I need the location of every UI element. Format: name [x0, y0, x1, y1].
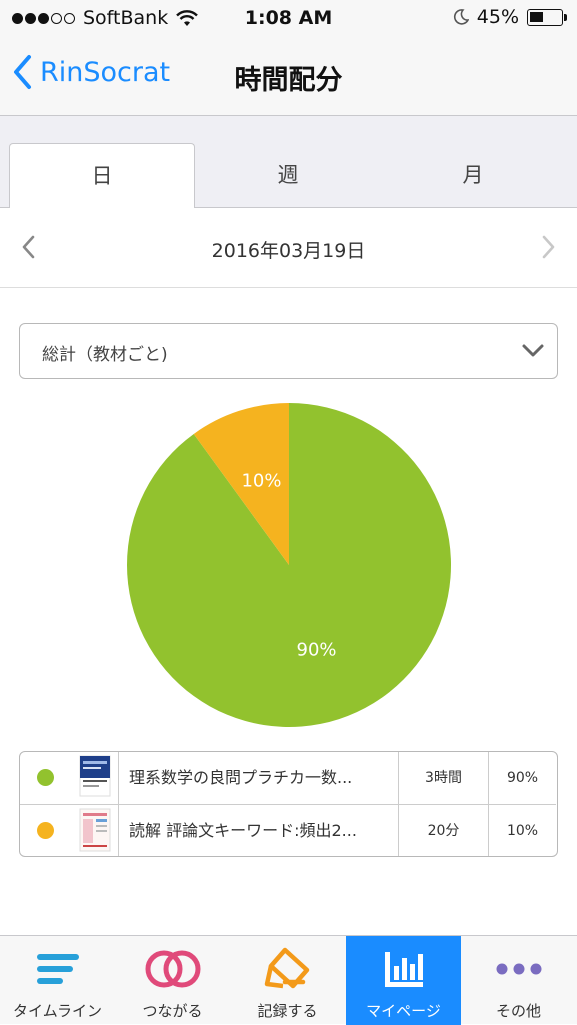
- table-row[interactable]: 読解 評論文キーワード:頻出2... 20分 10%: [20, 804, 556, 856]
- date-navigator: 2016年03月19日: [0, 208, 577, 288]
- current-date: 2016年03月19日: [211, 240, 366, 262]
- book-cover-thumbnail: [72, 752, 118, 804]
- tab-week[interactable]: 週: [195, 143, 381, 208]
- bar-chart-icon: [384, 952, 423, 987]
- book-cover-thumbnail: [72, 805, 118, 856]
- record-pencil-icon: [264, 947, 309, 989]
- table-row[interactable]: 理系数学の良問プラチカ一数... 3時間 90%: [20, 752, 556, 804]
- material-name: 理系数学の良問プラチカ一数...: [118, 752, 398, 804]
- tab-timeline[interactable]: タイムライン: [0, 936, 115, 1025]
- material-percent: 10%: [488, 805, 556, 856]
- tab-label: つながる: [142, 1002, 203, 1020]
- material-time: 3時間: [398, 752, 488, 804]
- status-right: 45%: [453, 6, 567, 28]
- pie-slice-label: 10%: [241, 470, 281, 491]
- timeline-icon: [36, 954, 79, 984]
- tab-mypage[interactable]: マイページ: [346, 936, 461, 1025]
- moon-icon: [453, 9, 469, 25]
- tab-label: マイページ: [366, 1002, 441, 1020]
- material-breakdown-table: 理系数学の良問プラチカ一数... 3時間 90% 読解 評論文キーワード:頻出2…: [19, 751, 558, 857]
- page-title: 時間配分: [234, 65, 343, 96]
- material-percent: 90%: [488, 752, 556, 804]
- chevron-down-icon: [522, 344, 544, 357]
- battery-level: [530, 11, 543, 22]
- battery-icon: [527, 8, 567, 26]
- time-distribution-pie-chart: 90% 10%: [126, 403, 452, 727]
- next-date-button[interactable]: [541, 234, 557, 264]
- tab-record[interactable]: 記録する: [230, 936, 345, 1025]
- aggregation-select[interactable]: 総計（教材ごと): [19, 323, 558, 379]
- tab-more[interactable]: その他: [461, 936, 576, 1025]
- battery-percent: 45%: [476, 6, 519, 28]
- navigation-bar: RinSocrat 時間配分: [0, 36, 577, 116]
- legend-dot: [20, 805, 72, 856]
- tab-day[interactable]: 日: [9, 143, 195, 208]
- pie-slice-label: 90%: [297, 640, 337, 661]
- more-dots-icon: [496, 963, 541, 975]
- status-bar: SoftBank 1:08 AM 45%: [0, 0, 577, 36]
- aggregation-select-value: 総計（教材ごと): [42, 345, 168, 365]
- tab-label: タイムライン: [13, 1002, 102, 1020]
- connect-rings-icon: [145, 950, 200, 988]
- material-time: 20分: [398, 805, 488, 856]
- tab-label: 記録する: [257, 1002, 318, 1020]
- tab-month[interactable]: 月: [380, 143, 566, 208]
- legend-dot: [20, 752, 72, 804]
- tab-label: その他: [495, 1002, 541, 1020]
- bottom-tab-bar: タイムライン つながる 記録する マイページ その他: [0, 935, 577, 1025]
- chevron-right-icon: [542, 235, 555, 259]
- material-name: 読解 評論文キーワード:頻出2...: [118, 805, 398, 856]
- tab-connect[interactable]: つながる: [115, 936, 230, 1025]
- period-tabs: 日 週 月: [0, 116, 577, 208]
